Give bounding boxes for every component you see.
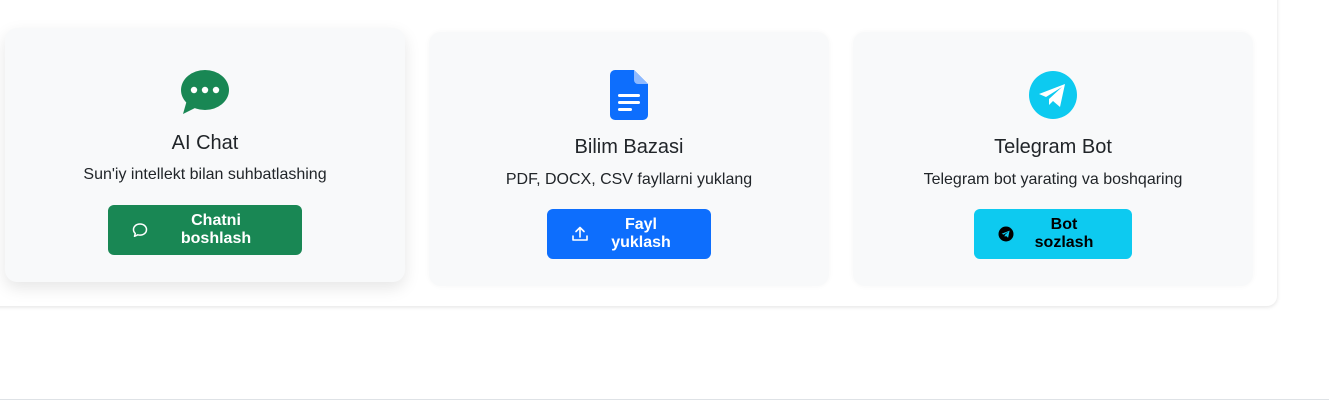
card-description: Sun'iy intellekt bilan suhbatlashing: [83, 166, 327, 183]
card-title: Telegram Bot: [994, 136, 1112, 158]
card-description: PDF, DOCX, CSV fayllarni yuklang: [505, 171, 753, 188]
telegram-small-icon: [998, 226, 1014, 242]
telegram-icon: [1028, 70, 1078, 125]
ai-chat-card: AI Chat Sun'iy intellekt bilan suhbatlas…: [5, 28, 405, 282]
telegram-bot-card: Telegram Bot Telegram bot yarating va bo…: [853, 32, 1253, 286]
bot-settings-button[interactable]: Bot sozlash: [974, 209, 1132, 259]
knowledge-base-card: Bilim Bazasi PDF, DOCX, CSV fayllarni yu…: [429, 32, 829, 286]
button-label: Bot sozlash: [1034, 216, 1094, 251]
card-description: Telegram bot yarating va boshqaring: [923, 171, 1183, 188]
chat-dots-icon: [181, 70, 229, 119]
button-label: Fayl yuklash: [611, 216, 671, 251]
document-icon: [610, 70, 648, 125]
card-title: AI Chat: [171, 132, 239, 154]
upload-icon: [571, 225, 589, 243]
upload-file-button[interactable]: Fayl yuklash: [547, 209, 711, 259]
chat-bubble-icon: [132, 222, 148, 238]
start-chat-button[interactable]: Chatni boshlash: [108, 205, 302, 255]
button-label: Chatni boshlash: [180, 212, 252, 247]
card-title: Bilim Bazasi: [574, 136, 684, 158]
